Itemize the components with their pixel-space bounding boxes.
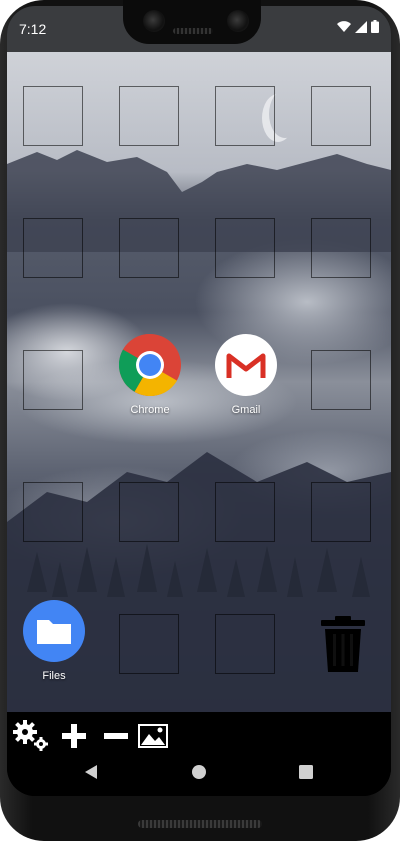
wallpaper-icon[interactable]: [137, 718, 171, 759]
grid-cell[interactable]: [311, 482, 371, 542]
grid-cell[interactable]: [215, 614, 275, 674]
bottom-toolbar: [7, 712, 391, 758]
phone-frame: 7:12 Chrome Gmail Files: [0, 0, 400, 841]
notch: [123, 0, 261, 44]
app-label: Files: [42, 670, 66, 682]
grid-cell[interactable]: [23, 86, 83, 146]
home-wallpaper: Chrome Gmail Files: [7, 52, 391, 712]
grid-cell[interactable]: [119, 482, 179, 542]
wifi-icon: [337, 20, 351, 32]
grid-cell[interactable]: [23, 218, 83, 278]
app-gmail[interactable]: Gmail: [201, 334, 291, 416]
trash-icon[interactable]: [321, 616, 365, 677]
grid-cell[interactable]: [311, 86, 371, 146]
grid-cell[interactable]: [311, 218, 371, 278]
grid-cell[interactable]: [215, 218, 275, 278]
grid-cell[interactable]: [215, 482, 275, 542]
grid-cell[interactable]: [311, 350, 371, 410]
add-icon[interactable]: [59, 718, 89, 759]
front-camera: [143, 10, 165, 32]
grid-cell[interactable]: [215, 86, 275, 146]
app-chrome[interactable]: Chrome: [105, 333, 195, 416]
home-icon[interactable]: [191, 764, 207, 785]
grid-cell[interactable]: [23, 350, 83, 410]
cell-signal-icon: [355, 20, 367, 33]
app-files[interactable]: Files: [9, 600, 99, 682]
chrome-icon: [118, 333, 181, 397]
grid-cell[interactable]: [23, 482, 83, 542]
recents-icon[interactable]: [298, 764, 314, 785]
status-time: 7:12: [19, 21, 47, 37]
front-camera: [227, 10, 249, 32]
grid-cell[interactable]: [119, 218, 179, 278]
remove-icon[interactable]: [101, 718, 131, 759]
grid-cell[interactable]: [119, 86, 179, 146]
folder-icon: [23, 600, 85, 662]
screen: 7:12 Chrome Gmail Files: [7, 6, 391, 796]
app-label: Chrome: [130, 404, 170, 416]
battery-icon: [371, 20, 379, 33]
status-icons: [337, 20, 379, 33]
app-label: Gmail: [231, 404, 261, 416]
bottom-speaker: [138, 820, 262, 828]
navigation-bar: [7, 754, 391, 796]
earpiece: [173, 28, 213, 34]
back-icon[interactable]: [83, 764, 99, 785]
gmail-icon: [215, 334, 277, 396]
settings-icon[interactable]: [11, 718, 51, 759]
grid-cell[interactable]: [119, 614, 179, 674]
